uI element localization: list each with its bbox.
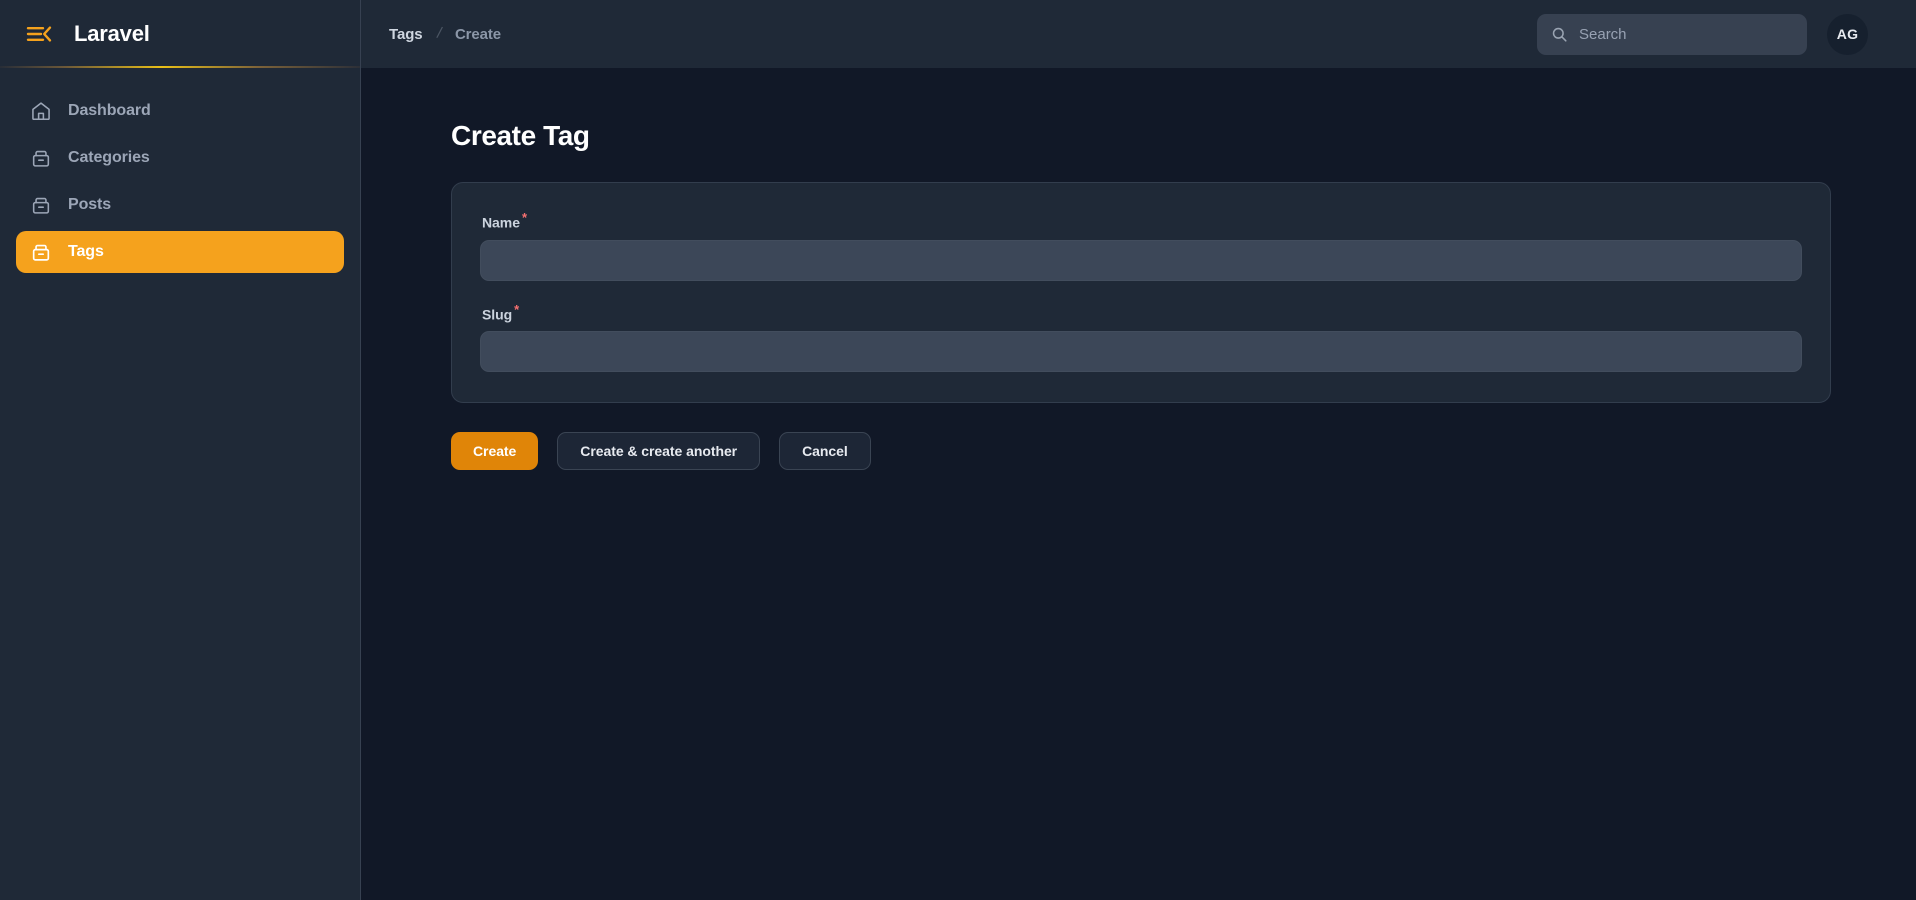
create-and-create-another-button[interactable]: Create & create another bbox=[557, 432, 761, 471]
brand-name: Laravel bbox=[74, 21, 150, 46]
sidebar-nav: Dashboard Categories Posts Tags bbox=[0, 68, 360, 273]
breadcrumb-separator: / bbox=[434, 24, 443, 43]
search-input[interactable] bbox=[1579, 25, 1793, 43]
sidebar-item-label: Categories bbox=[68, 149, 150, 166]
avatar-initials: AG bbox=[1836, 26, 1859, 42]
create-tag-form: Name * Slug * bbox=[451, 182, 1831, 404]
cancel-button[interactable]: Cancel bbox=[779, 432, 871, 471]
slug-input[interactable] bbox=[480, 331, 1802, 373]
field-slug-label-text: Slug bbox=[482, 306, 513, 323]
sidebar-collapse-icon bbox=[26, 24, 52, 44]
archive-box-icon bbox=[30, 241, 52, 263]
avatar[interactable]: AG bbox=[1827, 13, 1868, 55]
sidebar-collapse-button[interactable] bbox=[22, 20, 56, 48]
page-title: Create Tag bbox=[451, 120, 590, 151]
create-button[interactable]: Create bbox=[451, 432, 539, 471]
archive-box-icon bbox=[30, 147, 52, 169]
field-slug: Slug * bbox=[480, 303, 1802, 373]
field-name-label: Name * bbox=[482, 211, 1802, 231]
required-marker: * bbox=[521, 210, 527, 225]
global-search[interactable] bbox=[1537, 13, 1807, 55]
field-name-label-text: Name bbox=[482, 214, 520, 231]
sidebar-item-dashboard[interactable]: Dashboard bbox=[16, 90, 344, 132]
archive-box-icon bbox=[30, 194, 52, 216]
form-actions: Create Create & create another Cancel bbox=[451, 432, 1831, 471]
required-marker: * bbox=[514, 301, 520, 317]
content-area: Create Tag Name * Slug * Create Create &… bbox=[361, 68, 1916, 900]
sidebar-item-tags[interactable]: Tags bbox=[16, 231, 344, 273]
sidebar-item-posts[interactable]: Posts bbox=[16, 184, 344, 226]
breadcrumb-parent[interactable]: Tags bbox=[389, 26, 423, 43]
main-region: Tags / Create AG bbox=[361, 0, 1916, 900]
sidebar-item-label: Dashboard bbox=[68, 102, 151, 119]
sidebar-item-label: Posts bbox=[68, 196, 112, 213]
topbar: Tags / Create AG bbox=[361, 0, 1916, 68]
field-name: Name * bbox=[480, 211, 1802, 281]
field-slug-label: Slug * bbox=[482, 303, 1802, 323]
breadcrumb: Tags / Create bbox=[389, 25, 501, 43]
breadcrumb-current: Create bbox=[454, 25, 502, 43]
search-icon bbox=[1551, 26, 1568, 43]
name-input[interactable] bbox=[480, 239, 1802, 281]
home-icon bbox=[30, 100, 52, 122]
sidebar-header: Laravel bbox=[0, 0, 360, 68]
sidebar-item-label: Tags bbox=[68, 243, 104, 260]
sidebar: Laravel Dashboard Categories Posts Tags bbox=[0, 0, 361, 900]
app-root: Laravel Dashboard Categories Posts Tags … bbox=[0, 0, 1916, 900]
topbar-actions: AG bbox=[1537, 13, 1868, 55]
sidebar-item-categories[interactable]: Categories bbox=[16, 137, 344, 179]
